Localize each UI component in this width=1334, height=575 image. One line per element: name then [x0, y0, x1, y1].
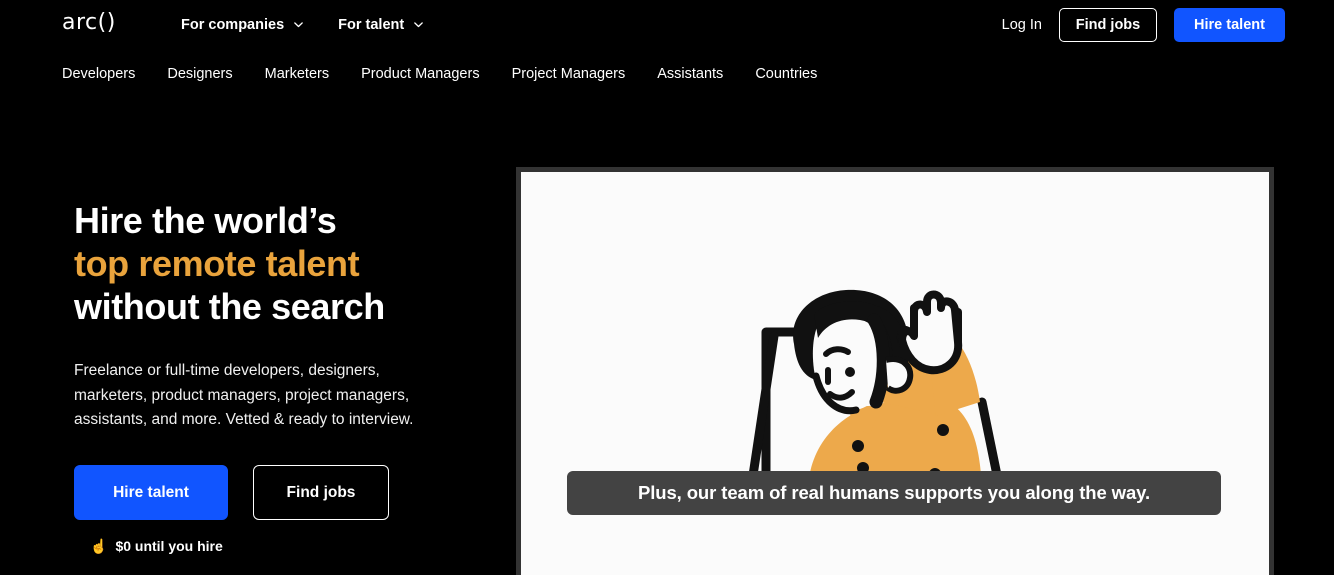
nav-label-for-companies: For companies	[181, 17, 285, 33]
chevron-down-icon	[413, 19, 424, 28]
sidebar-item-developers[interactable]: Developers	[62, 66, 135, 82]
sidebar-item-assistants[interactable]: Assistants	[657, 66, 723, 82]
nav-item-for-companies[interactable]: For companies	[181, 17, 303, 33]
hero-hire-talent-button[interactable]: Hire talent	[74, 465, 228, 521]
sidebar-item-marketers[interactable]: Marketers	[265, 66, 329, 82]
nav-label-for-talent: For talent	[338, 17, 405, 33]
sidebar-item-product-managers[interactable]: Product Managers	[361, 66, 479, 82]
landing-page: arc() For companies For talent Log In Fi…	[0, 0, 1334, 575]
primary-nav: For companies For talent	[181, 17, 424, 33]
media-panel[interactable]: Plus, our team of real humans supports y…	[516, 167, 1274, 575]
secondary-navigation: Developers Designers Marketers Product M…	[62, 66, 817, 82]
top-navigation-bar: arc() For companies For talent Log In Fi…	[0, 0, 1334, 50]
hero-cta-row: Hire talent Find jobs	[74, 465, 494, 521]
header-hire-talent-button[interactable]: Hire talent	[1174, 8, 1285, 42]
headline-line-1: Hire the world’s	[74, 200, 337, 241]
arc-logo[interactable]: arc()	[62, 12, 116, 34]
header-find-jobs-button[interactable]: Find jobs	[1059, 8, 1157, 42]
pricing-note: ☝ $0 until you hire	[74, 538, 494, 554]
header-actions: Log In Find jobs Hire talent	[1002, 8, 1285, 42]
page-title: Hire the world’s top remote talent witho…	[74, 200, 494, 328]
pricing-note-text: $0 until you hire	[115, 538, 223, 555]
login-link[interactable]: Log In	[1002, 17, 1042, 33]
media-caption: Plus, our team of real humans supports y…	[567, 471, 1221, 515]
hero-find-jobs-button[interactable]: Find jobs	[253, 465, 389, 521]
chevron-down-icon	[293, 19, 303, 28]
hero-content: Hire the world’s top remote talent witho…	[74, 200, 494, 554]
hero-description: Freelance or full-time developers, desig…	[74, 362, 414, 429]
sidebar-item-designers[interactable]: Designers	[167, 66, 232, 82]
media-panel-inner: Plus, our team of real humans supports y…	[521, 172, 1269, 575]
sidebar-item-project-managers[interactable]: Project Managers	[512, 66, 626, 82]
nav-item-for-talent[interactable]: For talent	[338, 17, 424, 33]
headline-line-3: without the search	[74, 285, 385, 327]
pointing-up-finger-emoji: ☝	[90, 538, 108, 555]
headline-line-2: top remote talent	[74, 242, 360, 284]
sidebar-item-countries[interactable]: Countries	[755, 66, 817, 82]
